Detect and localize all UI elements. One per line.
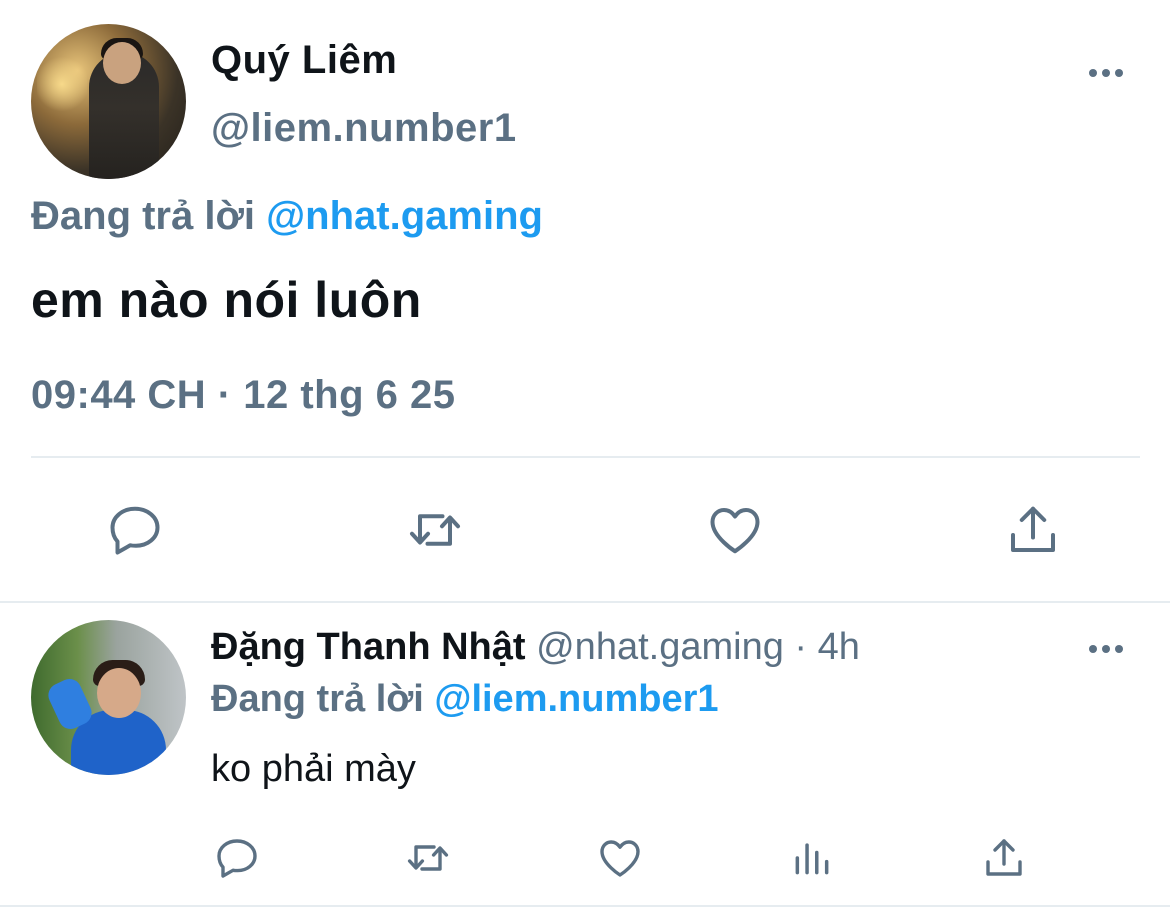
author-handle[interactable]: @liem.number1: [211, 106, 517, 151]
reply-header: Đặng Thanh Nhật @nhat.gaming · 4h: [211, 626, 860, 669]
divider: [0, 905, 1170, 907]
reply-time[interactable]: 4h: [818, 626, 860, 668]
replying-to-mention[interactable]: @liem.number1: [434, 678, 718, 720]
divider: [31, 456, 1140, 458]
like-icon[interactable]: [596, 834, 644, 882]
tweet-timestamp[interactable]: 09:44 CH · 12 thg 6 25: [31, 373, 456, 418]
divider: [0, 601, 1170, 603]
author-avatar[interactable]: [31, 24, 186, 179]
separator: ·: [783, 626, 818, 668]
more-options-icon[interactable]: [1086, 634, 1126, 664]
retweet-icon[interactable]: [400, 834, 456, 882]
replying-prefix: Đang trả lời: [211, 678, 424, 720]
reply-icon[interactable]: [213, 834, 261, 882]
reply-author-handle[interactable]: @nhat.gaming: [536, 626, 784, 668]
tweet-text: em nào nói luôn: [31, 272, 422, 328]
replying-to-line: Đang trả lời @nhat.gaming: [31, 194, 543, 239]
share-icon[interactable]: [1003, 500, 1063, 560]
replying-prefix: Đang trả lời: [31, 194, 256, 238]
reply-author-avatar[interactable]: [31, 620, 186, 775]
share-icon[interactable]: [980, 834, 1028, 882]
reply-text: ko phải mày: [211, 748, 416, 790]
more-options-icon[interactable]: [1086, 58, 1126, 88]
reply-icon[interactable]: [105, 500, 165, 560]
reply-author-name[interactable]: Đặng Thanh Nhật: [211, 626, 526, 668]
like-icon[interactable]: [705, 500, 765, 560]
analytics-icon[interactable]: [790, 834, 834, 882]
retweet-icon[interactable]: [400, 500, 470, 560]
replying-to-mention[interactable]: @nhat.gaming: [266, 194, 543, 238]
reply-replying-to-line: Đang trả lời @liem.number1: [211, 678, 719, 721]
author-name[interactable]: Quý Liêm: [211, 38, 397, 83]
